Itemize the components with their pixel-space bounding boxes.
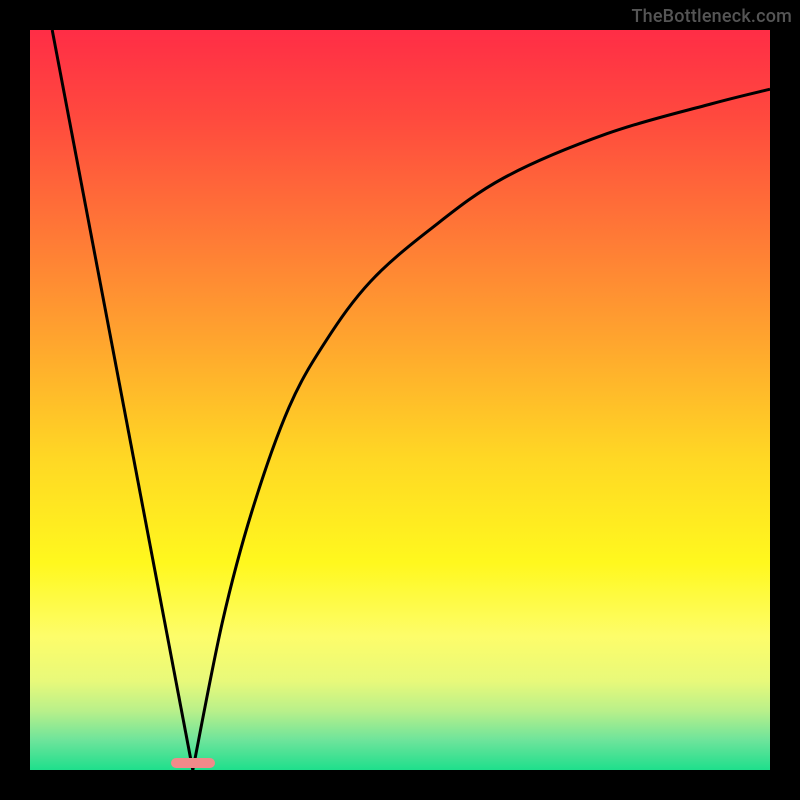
watermark-text: TheBottleneck.com bbox=[631, 6, 792, 27]
curve-right bbox=[193, 89, 770, 770]
optimum-indicator bbox=[171, 758, 215, 768]
chart-plot-area bbox=[30, 30, 770, 770]
chart-curves bbox=[30, 30, 770, 770]
curve-left bbox=[52, 30, 193, 770]
